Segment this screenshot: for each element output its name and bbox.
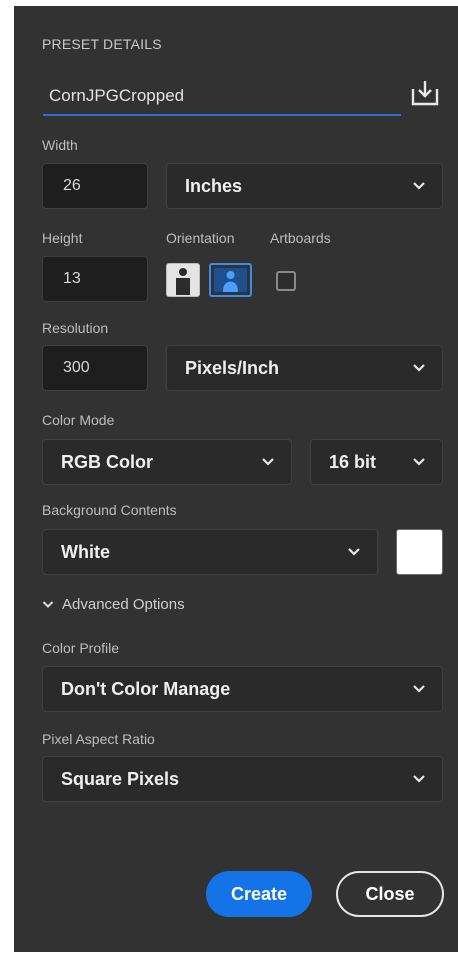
preset-name-value: CornJPGCropped <box>49 86 185 105</box>
background-contents-value: White <box>61 541 110 562</box>
width-input[interactable]: 26 <box>42 163 148 209</box>
artboards-checkbox[interactable] <box>276 271 296 291</box>
color-profile-value: Don't Color Manage <box>61 678 231 699</box>
pixel-aspect-ratio-label: Pixel Aspect Ratio <box>42 731 155 747</box>
height-label: Height <box>42 230 83 246</box>
color-mode-value: RGB Color <box>61 451 153 472</box>
advanced-options-toggle[interactable]: Advanced Options <box>42 596 185 613</box>
resolution-unit-value: Pixels/Inch <box>185 357 280 378</box>
save-preset-icon[interactable] <box>409 78 441 108</box>
background-color-swatch[interactable] <box>396 529 443 575</box>
color-profile-label: Color Profile <box>42 640 120 656</box>
close-button[interactable]: Close <box>336 871 444 917</box>
pixel-aspect-ratio-select[interactable]: Square Pixels <box>42 756 443 802</box>
landscape-orientation-icon <box>214 268 247 292</box>
width-label: Width <box>42 137 78 153</box>
resolution-value: 300 <box>63 359 90 376</box>
background-contents-label: Background Contents <box>42 502 177 518</box>
bit-depth-value: 16 bit <box>329 451 377 472</box>
height-value: 13 <box>63 270 81 287</box>
chevron-down-icon <box>42 601 54 608</box>
color-mode-label: Color Mode <box>42 412 115 428</box>
width-value: 26 <box>63 177 81 194</box>
width-unit-value: Inches <box>185 175 243 196</box>
height-input[interactable]: 13 <box>42 256 148 302</box>
landscape-orientation-button[interactable] <box>209 263 252 297</box>
pixel-aspect-ratio-value: Square Pixels <box>61 768 180 789</box>
chevron-down-icon <box>413 182 425 190</box>
portrait-orientation-button[interactable] <box>166 263 200 297</box>
chevron-down-icon <box>348 548 360 556</box>
new-document-preset-panel: PRESET DETAILS CornJPGCropped Width 26 I… <box>14 6 458 952</box>
resolution-input[interactable]: 300 <box>42 345 148 391</box>
background-contents-select[interactable]: White <box>42 529 378 575</box>
advanced-options-label: Advanced Options <box>62 596 185 613</box>
create-button[interactable]: Create <box>206 871 312 917</box>
orientation-label: Orientation <box>166 230 235 246</box>
chevron-down-icon <box>262 458 274 466</box>
color-profile-select[interactable]: Don't Color Manage <box>42 666 443 712</box>
portrait-orientation-icon <box>176 268 190 295</box>
preset-name-field[interactable]: CornJPGCropped <box>43 78 401 116</box>
bit-depth-select[interactable]: 16 bit <box>310 439 443 485</box>
resolution-label: Resolution <box>42 320 109 336</box>
artboards-label: Artboards <box>270 230 331 246</box>
chevron-down-icon <box>413 775 425 783</box>
chevron-down-icon <box>413 685 425 693</box>
chevron-down-icon <box>413 458 425 466</box>
width-unit-select[interactable]: Inches <box>166 163 443 209</box>
color-mode-select[interactable]: RGB Color <box>42 439 292 485</box>
chevron-down-icon <box>413 364 425 372</box>
preset-details-title: PRESET DETAILS <box>42 36 162 52</box>
resolution-unit-select[interactable]: Pixels/Inch <box>166 345 443 391</box>
